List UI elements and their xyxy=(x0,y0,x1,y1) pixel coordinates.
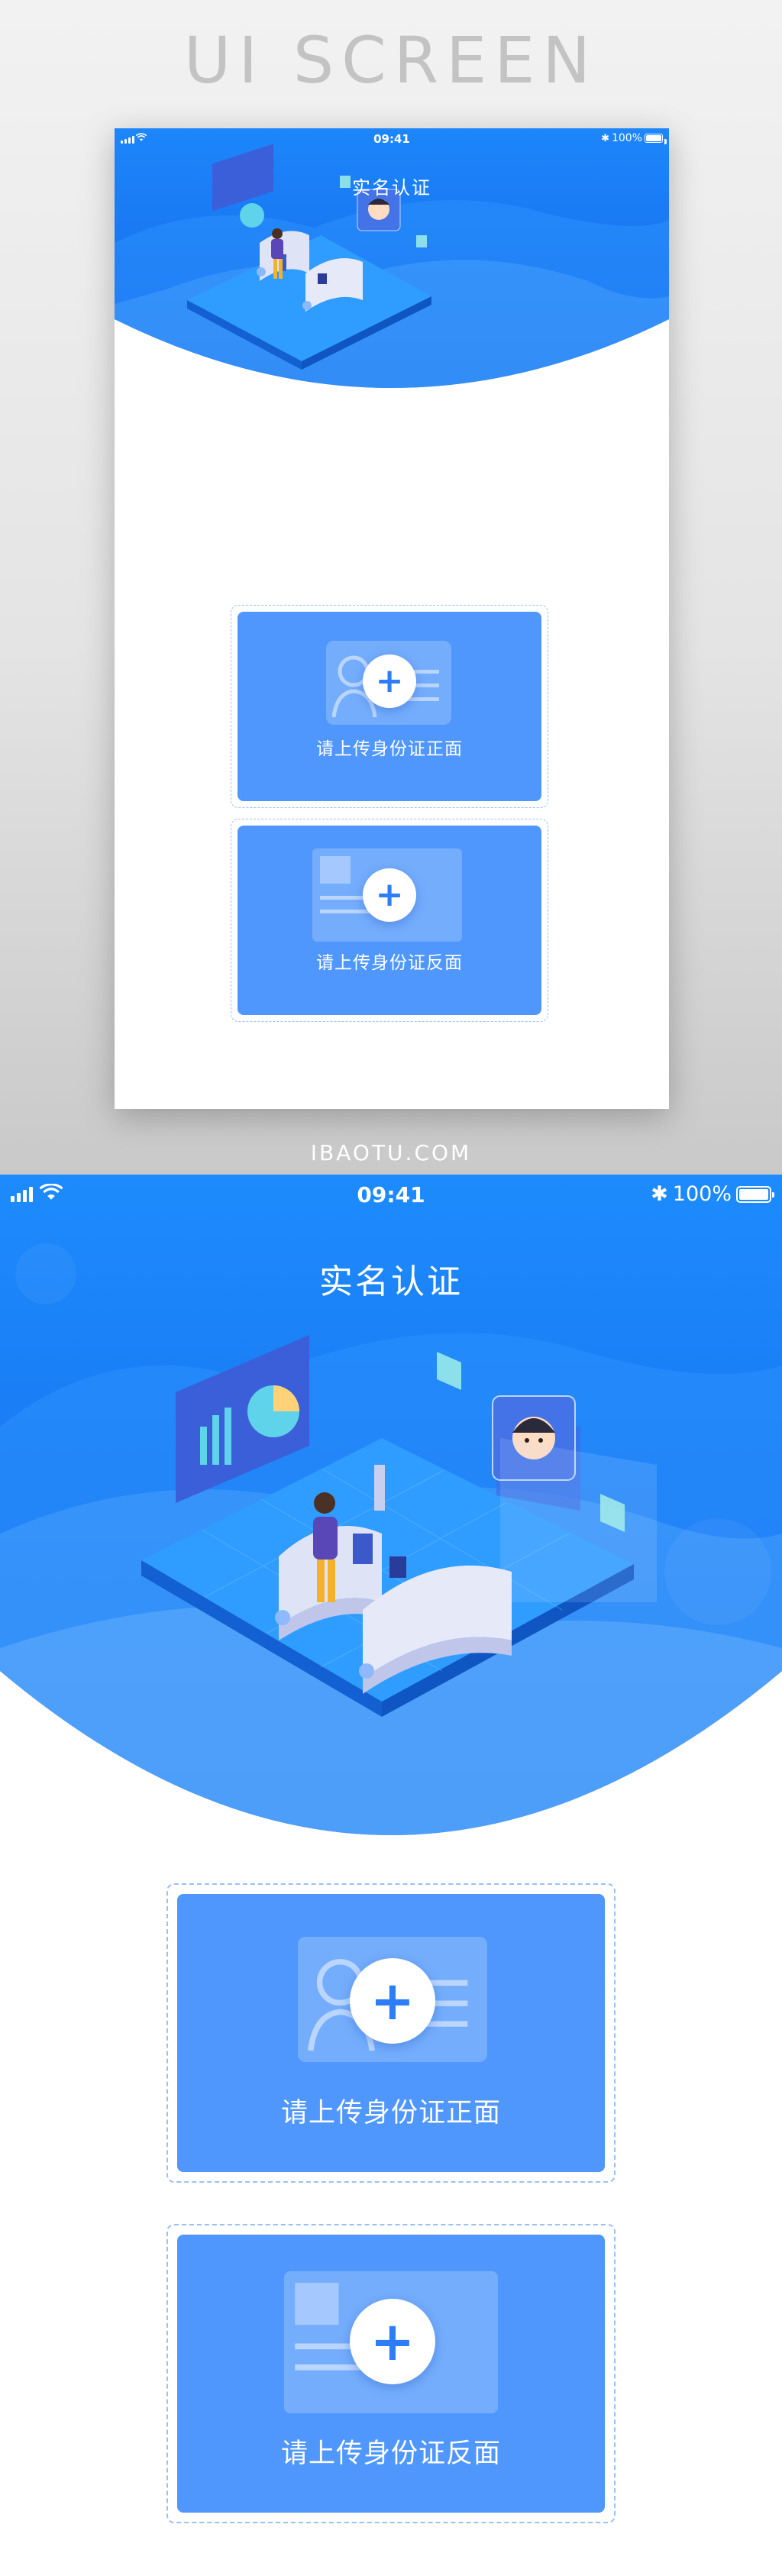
battery-percent: 100% xyxy=(672,1182,732,1206)
plus-icon: + xyxy=(375,661,404,700)
status-bar-full: 09:41 ✱ 100% xyxy=(0,1175,782,1211)
upload-front-plus-button[interactable]: + xyxy=(363,655,416,708)
isometric-scene xyxy=(187,144,431,370)
status-time: 09:41 xyxy=(373,132,410,146)
watermark: IBAOTU.COM xyxy=(310,1140,472,1165)
status-right: ✱ 100% xyxy=(601,132,667,144)
battery-percent: 100% xyxy=(611,132,642,144)
full-screen: 09:41 ✱ 100% 实名认证 + 请上传身份证正面 + 请上传身份证反面 xyxy=(0,1175,782,2576)
preview-section: UI SCREEN 09:41 ✱ 100% 实名认证 + 请上传身份证正面 +… xyxy=(0,0,782,1175)
hero-banner-full: 09:41 ✱ 100% 实名认证 xyxy=(0,1175,782,1847)
upload-back-label: 请上传身份证反面 xyxy=(280,2439,501,2469)
plus-icon: + xyxy=(370,2310,415,2373)
upload-front-label: 请上传身份证正面 xyxy=(316,739,463,759)
status-right: ✱ 100% xyxy=(651,1182,774,1206)
upload-front-frame: + 请上传身份证正面 xyxy=(166,1883,616,2183)
bluetooth-icon: ✱ xyxy=(601,132,609,144)
status-bar: 09:41 ✱ 100% xyxy=(115,128,669,148)
page-title: 实名认证 xyxy=(319,1262,463,1301)
upload-front-card[interactable]: + 请上传身份证正面 xyxy=(238,612,541,801)
battery-icon xyxy=(645,134,667,144)
upload-back-frame: + 请上传身份证反面 xyxy=(231,819,548,1022)
upload-back-card[interactable]: + 请上传身份证反面 xyxy=(177,2235,605,2513)
upload-front-label: 请上传身份证正面 xyxy=(280,2098,501,2128)
upload-front-card[interactable]: + 请上传身份证正面 xyxy=(177,1894,605,2172)
upload-front-plus-button[interactable]: + xyxy=(350,1958,435,2044)
upload-back-plus-button[interactable]: + xyxy=(350,2299,435,2384)
upload-back-frame: + 请上传身份证反面 xyxy=(166,2224,616,2523)
battery-icon xyxy=(736,1185,774,1203)
hero-banner: 09:41 ✱ 100% 实名认证 xyxy=(115,128,669,403)
showcase-title: UI SCREEN xyxy=(183,23,599,98)
phone-mockup: 09:41 ✱ 100% 实名认证 + 请上传身份证正面 + 请上传身份证反面 xyxy=(115,128,669,1109)
upload-front-frame: + 请上传身份证正面 xyxy=(231,605,548,808)
upload-back-card[interactable]: + 请上传身份证反面 xyxy=(238,826,541,1015)
upload-back-label: 请上传身份证反面 xyxy=(316,953,463,973)
plus-icon: + xyxy=(370,1970,415,2032)
upload-back-plus-button[interactable]: + xyxy=(363,868,416,922)
bluetooth-icon: ✱ xyxy=(651,1182,668,1206)
page-title: 实名认证 xyxy=(352,177,431,199)
plus-icon: + xyxy=(375,875,404,914)
